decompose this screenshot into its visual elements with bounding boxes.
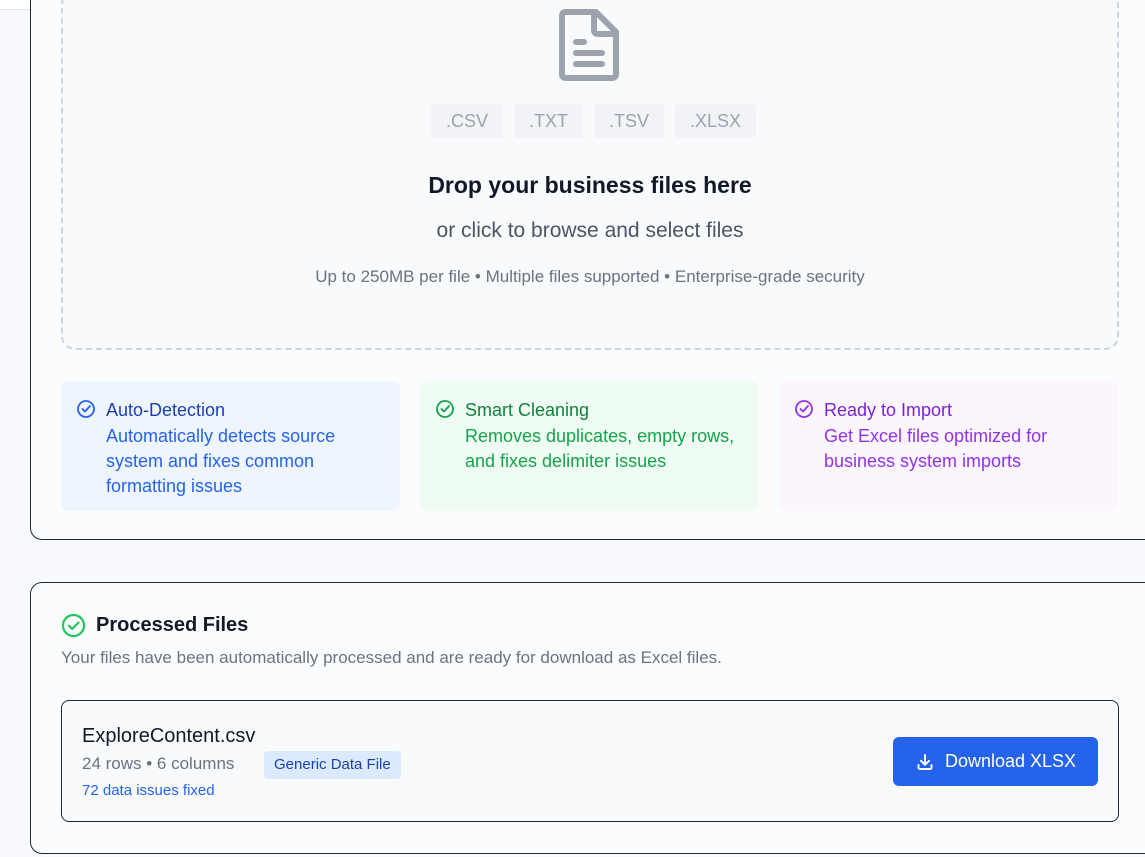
feature-description: Removes duplicates, empty rows, and fixe… [465,426,735,471]
download-icon [917,753,933,770]
file-meta: 24 rows • 6 columns [82,754,235,773]
dropzone-note: Up to 250MB per file • Multiple files su… [315,267,865,286]
check-circle-icon [436,400,454,418]
check-circle-icon [795,400,813,418]
extension-badge: .CSV [431,104,504,138]
dropzone-title: Drop your business files here [428,172,752,198]
extension-badge: .TXT [514,104,584,138]
check-circle-icon [77,400,95,418]
processed-files-subtitle: Your files have been automatically proce… [61,648,722,667]
feature-title: Smart Cleaning [465,400,590,420]
feature-auto-detection: Auto-Detection Automatically detects sou… [61,381,400,511]
file-issues-fixed: 72 data issues fixed [82,782,215,799]
supported-extensions: .CSV .TXT .TSV .XLSX [431,104,757,138]
feature-description: Automatically detects source system and … [106,426,336,496]
file-name: ExploreContent.csv [82,725,256,747]
feature-title: Auto-Detection [106,400,226,420]
feature-description: Get Excel files optimized for business s… [824,426,1048,471]
check-circle-icon [61,613,86,638]
extension-badge: .XLSX [675,104,757,138]
processed-files-title: Processed Files [96,614,249,636]
download-xlsx-button[interactable]: Download XLSX [893,737,1098,786]
download-button-label: Download XLSX [944,751,1077,771]
feature-title: Ready to Import [824,400,953,420]
document-icon [559,9,619,81]
file-type-badge: Generic Data File [264,751,401,779]
feature-ready-to-import: Ready to Import Get Excel files optimize… [779,381,1118,511]
dropzone-browse-text[interactable]: or click to browse and select files [0,219,1145,243]
extension-badge: .TSV [594,104,665,138]
feature-smart-cleaning: Smart Cleaning Removes duplicates, empty… [420,381,759,511]
